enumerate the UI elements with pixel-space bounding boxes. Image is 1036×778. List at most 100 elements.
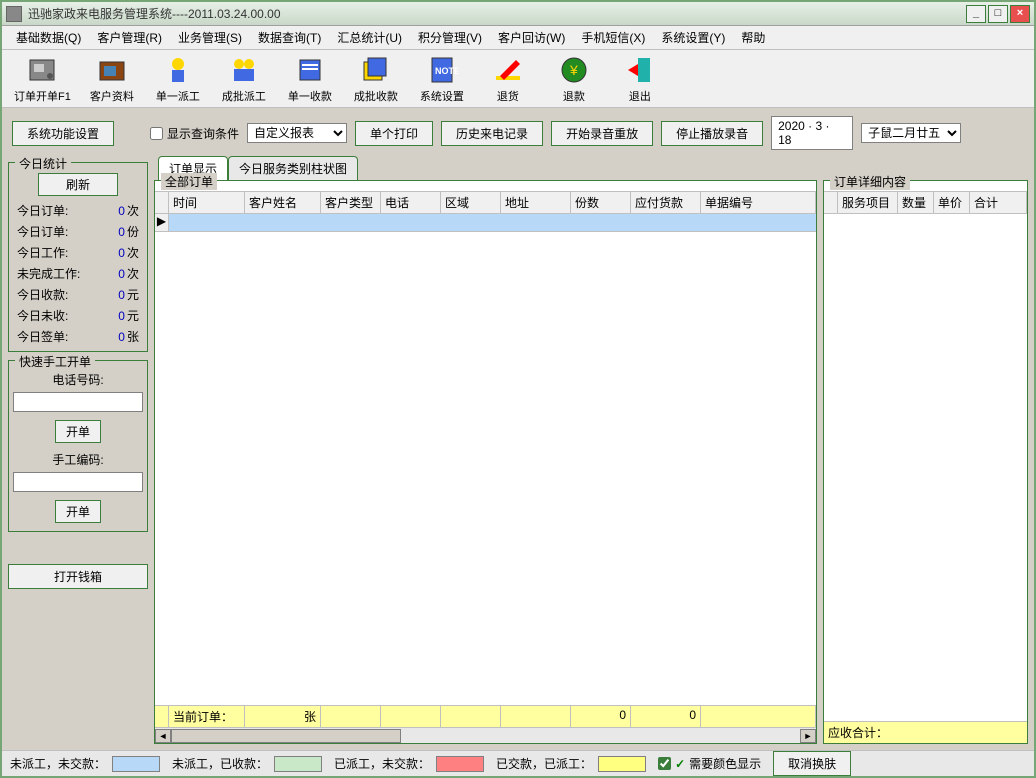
legend-dispatched-unpaid-label: 已派工，未交款：: [334, 755, 430, 772]
money-icon: ¥: [558, 54, 590, 86]
history-call-button[interactable]: 历史来电记录: [441, 121, 543, 146]
phone-icon: [26, 54, 58, 86]
order-detail-panel: 订单详细内容 服务项目 数量 单价 合计 应收合计：: [823, 180, 1028, 744]
tb-exit[interactable]: 退出: [615, 54, 665, 104]
svg-text:¥: ¥: [569, 62, 578, 78]
legend-color-4: [598, 756, 646, 772]
col-time[interactable]: 时间: [169, 191, 245, 213]
detail-grid-header: 服务项目 数量 单价 合计: [824, 191, 1027, 214]
table-row[interactable]: ▶: [155, 214, 816, 232]
tb-single-dispatch[interactable]: 单一派工: [153, 54, 203, 104]
tb-return-goods[interactable]: 退货: [483, 54, 533, 104]
menu-customer-visit[interactable]: 客户回访(W): [492, 27, 571, 48]
manual-code-label: 手工编码:: [13, 447, 143, 468]
exit-icon: [624, 54, 656, 86]
close-button[interactable]: ×: [1010, 5, 1030, 23]
stat-orders-copies: 今日订单:0份: [13, 221, 143, 242]
stop-play-button[interactable]: 停止播放录音: [661, 121, 763, 146]
stat-incomplete-work: 未完成工作:0次: [13, 263, 143, 284]
tb-system-settings[interactable]: NOTE 系统设置: [417, 54, 467, 104]
menubar: 基础数据(Q) 客户管理(R) 业务管理(S) 数据查询(T) 汇总统计(U) …: [2, 26, 1034, 50]
detail-footer: 应收合计：: [824, 721, 1027, 743]
legend-color-2: [274, 756, 322, 772]
open-order-button-2[interactable]: 开单: [55, 500, 101, 523]
lunar-select[interactable]: 子鼠二月廿五: [861, 123, 961, 143]
tb-single-collect[interactable]: 单一收款: [285, 54, 335, 104]
menu-system-settings[interactable]: 系统设置(Y): [655, 27, 731, 48]
stat-work-count: 今日工作:0次: [13, 242, 143, 263]
books-icon: [360, 54, 392, 86]
horizontal-scrollbar[interactable]: ◄ ►: [155, 727, 816, 743]
col-service-item[interactable]: 服务项目: [838, 191, 898, 213]
col-total[interactable]: 合计: [970, 191, 1027, 213]
orders-grid-footer: 当前订单： 张 0 0: [155, 705, 816, 727]
open-cashbox-button[interactable]: 打开钱箱: [8, 564, 148, 589]
menu-sms[interactable]: 手机短信(X): [575, 27, 651, 48]
workers-icon: [228, 54, 260, 86]
report-select[interactable]: 自定义报表: [247, 123, 347, 143]
menu-summary-stats[interactable]: 汇总统计(U): [331, 27, 408, 48]
toolbar: 订单开单F1 客户资料 单一派工 成批派工 单一收款 成批收款 NOTE 系统设…: [2, 50, 1034, 108]
tb-customer-info[interactable]: 客户资料: [87, 54, 137, 104]
date-picker[interactable]: 2020 · 3 · 18: [771, 116, 853, 150]
legend-unpaid-undispatched-label: 未派工，未交款：: [10, 755, 106, 772]
statusbar: 未派工，未交款： 未派工，已收款： 已派工，未交款： 已交款，已派工： ✓ 需要…: [2, 750, 1034, 776]
legend-paid-dispatched-label: 已交款，已派工：: [496, 755, 592, 772]
phone-input[interactable]: [13, 392, 143, 412]
col-unit-price[interactable]: 单价: [934, 191, 970, 213]
col-quantity[interactable]: 数量: [898, 191, 934, 213]
single-print-button[interactable]: 单个打印: [355, 121, 433, 146]
col-address[interactable]: 地址: [501, 191, 571, 213]
legend-paid-undispatched-label: 未派工，已收款：: [172, 755, 268, 772]
menu-points-mgmt[interactable]: 积分管理(V): [412, 27, 488, 48]
col-customer-type[interactable]: 客户类型: [321, 191, 381, 213]
app-icon: [6, 6, 22, 22]
scroll-right-icon[interactable]: ►: [800, 729, 816, 743]
refresh-button[interactable]: 刷新: [38, 173, 118, 196]
all-orders-panel: 全部订单 时间 客户姓名 客户类型 电话 区域 地址 份数 应付货款 单据编号: [154, 180, 817, 744]
tv-icon: [96, 54, 128, 86]
scroll-left-icon[interactable]: ◄: [155, 729, 171, 743]
minimize-button[interactable]: _: [966, 5, 986, 23]
menu-basic-data[interactable]: 基础数据(Q): [10, 27, 87, 48]
tab-service-chart[interactable]: 今日服务类别柱状图: [228, 156, 358, 180]
orders-grid-body[interactable]: ▶: [155, 214, 816, 705]
today-stats-group: 今日统计 刷新 今日订单:0次 今日订单:0份 今日工作:0次 未完成工作:0次…: [8, 162, 148, 352]
legend-color-1: [112, 756, 160, 772]
menu-data-query[interactable]: 数据查询(T): [252, 27, 327, 48]
titlebar: 迅驰家政来电服务管理系统----2011.03.24.00.00 _ □ ×: [2, 2, 1034, 26]
col-region[interactable]: 区域: [441, 191, 501, 213]
tb-refund[interactable]: ¥ 退款: [549, 54, 599, 104]
col-phone[interactable]: 电话: [381, 191, 441, 213]
maximize-button[interactable]: □: [988, 5, 1008, 23]
tb-batch-dispatch[interactable]: 成批派工: [219, 54, 269, 104]
window-title: 迅驰家政来电服务管理系统----2011.03.24.00.00: [28, 5, 966, 22]
cancel-skin-button[interactable]: 取消换肤: [773, 751, 851, 776]
col-payable[interactable]: 应付货款: [631, 191, 701, 213]
worker-icon: [162, 54, 194, 86]
phone-label: 电话号码:: [13, 367, 143, 388]
color-display-checkbox[interactable]: ✓ 需要颜色显示: [658, 755, 761, 772]
col-bill-no[interactable]: 单据编号: [701, 191, 816, 213]
tb-batch-collect[interactable]: 成批收款: [351, 54, 401, 104]
pencil-icon: [492, 54, 524, 86]
book-icon: [294, 54, 326, 86]
show-query-checkbox[interactable]: 显示查询条件: [150, 125, 239, 142]
menu-help[interactable]: 帮助: [735, 27, 771, 48]
note-icon: NOTE: [426, 54, 458, 86]
stat-orders-count: 今日订单:0次: [13, 200, 143, 221]
col-copies[interactable]: 份数: [571, 191, 631, 213]
stat-today-signed: 今日签单:0张: [13, 326, 143, 347]
col-customer-name[interactable]: 客户姓名: [245, 191, 321, 213]
stat-today-uncollected: 今日未收:0元: [13, 305, 143, 326]
menu-business-mgmt[interactable]: 业务管理(S): [172, 27, 248, 48]
scroll-thumb[interactable]: [171, 729, 401, 743]
tb-order-create[interactable]: 订单开单F1: [14, 54, 71, 104]
system-function-settings-button[interactable]: 系统功能设置: [12, 121, 114, 146]
manual-code-input[interactable]: [13, 472, 143, 492]
detail-grid-body[interactable]: [824, 214, 1027, 721]
open-order-button-1[interactable]: 开单: [55, 420, 101, 443]
start-replay-button[interactable]: 开始录音重放: [551, 121, 653, 146]
menu-customer-mgmt[interactable]: 客户管理(R): [91, 27, 168, 48]
stat-today-collected: 今日收款:0元: [13, 284, 143, 305]
